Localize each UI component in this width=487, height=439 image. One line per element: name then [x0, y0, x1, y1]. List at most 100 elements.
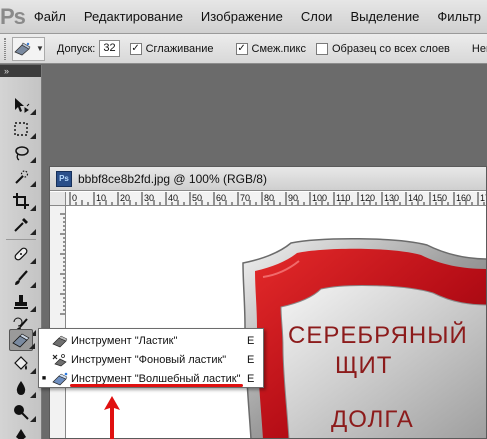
paint-bucket-tool[interactable] [9, 353, 36, 375]
ruler-label: 50 [192, 193, 202, 203]
dodge-tool[interactable] [9, 401, 36, 423]
blur-tool[interactable] [9, 377, 36, 399]
sample-all-checkbox[interactable] [315, 42, 328, 55]
lasso-icon [15, 146, 29, 161]
ruler-label: 120 [360, 193, 375, 203]
pen-icon [16, 429, 26, 439]
more-tools-indicator [30, 392, 36, 398]
divider [6, 239, 36, 240]
tool-preset-picker[interactable]: ▼ [12, 36, 45, 61]
vertical-ruler[interactable] [50, 192, 66, 438]
flyout-item-background-eraser[interactable]: Инструмент "Фоновый ластик" E [39, 350, 263, 369]
horizontal-ruler-ticks: 0 10 20 30 40 50 60 70 80 90 100 110 120 130 140 150 160… [69, 192, 486, 205]
stamp-icon [14, 295, 28, 309]
eraser-icon [12, 333, 30, 348]
selected-bullet-icon: ■ [41, 375, 47, 382]
crop-icon [13, 193, 29, 209]
ruler-label: 70 [240, 193, 250, 203]
marquee-tool[interactable] [9, 118, 36, 140]
rect-marquee-icon [14, 122, 28, 136]
antialias-option[interactable]: ✓ Сглаживание [129, 42, 214, 55]
ruler-label: 20 [120, 193, 130, 203]
more-tools-indicator [30, 157, 36, 163]
more-tools-indicator [29, 343, 35, 349]
more-tools-indicator [30, 416, 36, 422]
menu-bar: Ps Файл Редактирование Изображение Слои … [0, 0, 487, 34]
more-tools-indicator [30, 258, 36, 264]
collapse-icon[interactable]: » [4, 66, 9, 76]
image-canvas[interactable]: СЕРЕБРЯНЫЙ ЩИТ ДОЛГА [67, 207, 486, 438]
ruler-label: 30 [144, 193, 154, 203]
dodge-icon [14, 405, 29, 420]
tolerance-label: Допуск: [56, 42, 96, 55]
sample-all-label: Образец со всех слоев [331, 42, 450, 55]
eraser-icon [49, 333, 71, 349]
ruler-label: 80 [264, 193, 274, 203]
antialias-checkbox[interactable]: ✓ [129, 42, 142, 55]
eraser-tool[interactable] [9, 329, 35, 351]
flyout-item-label: Инструмент "Фоновый ластик" [71, 353, 227, 366]
contiguous-checkbox[interactable]: ✓ [235, 42, 248, 55]
flyout-item-eraser[interactable]: Инструмент "Ластик" E [39, 331, 263, 350]
sample-all-option[interactable]: Образец со всех слоев [315, 42, 450, 55]
more-tools-indicator [30, 181, 36, 187]
vertical-ruler-ticks [60, 213, 65, 315]
eyedropper-tool[interactable] [9, 214, 36, 236]
clone-stamp-tool[interactable] [9, 291, 36, 313]
antialias-label: Сглаживание [145, 42, 214, 55]
ruler-label: 150 [432, 193, 447, 203]
more-tools-indicator [30, 368, 36, 374]
brush-tool[interactable] [9, 267, 36, 289]
opacity-label: Непр [471, 42, 487, 55]
app-logo: Ps [0, 3, 26, 29]
ruler-label: 90 [288, 193, 298, 203]
more-tools-indicator [30, 205, 36, 211]
menu-layer[interactable]: Слои [292, 9, 342, 24]
tools-panel: » [0, 65, 42, 439]
more-tools-indicator [30, 306, 36, 312]
tolerance-input[interactable]: 32 [99, 40, 120, 57]
chevron-down-icon: ▼ [36, 44, 44, 53]
contiguous-label: Смеж.пикс [251, 42, 306, 55]
shortcut-key: E [247, 353, 255, 366]
more-tools-indicator [30, 109, 36, 115]
pen-tool[interactable] [9, 425, 33, 439]
tools-panel-header[interactable]: » [0, 65, 41, 77]
ruler-label: 0 [72, 193, 77, 203]
ruler-label: 60 [216, 193, 226, 203]
shield-text-line-1: СЕРЕБРЯНЫЙ [288, 322, 468, 349]
eyedropper-icon [14, 218, 28, 232]
brush-icon [15, 270, 28, 285]
flyout-item-label: Инструмент "Ластик" [71, 334, 178, 347]
more-tools-indicator [30, 282, 36, 288]
ruler-label: 100 [312, 193, 327, 203]
horizontal-ruler[interactable]: 0 10 20 30 40 50 60 70 80 90 100 110 120 130 140 150 160… [66, 192, 486, 206]
healing-brush-tool[interactable] [9, 243, 36, 265]
ruler-label: 160 [456, 193, 471, 203]
crop-tool[interactable] [9, 190, 36, 212]
menu-select[interactable]: Выделение [341, 9, 428, 24]
menu-file[interactable]: Файл [25, 9, 75, 24]
contiguous-option[interactable]: ✓ Смеж.пикс [235, 42, 306, 55]
shortcut-key: E [247, 334, 255, 347]
menu-image[interactable]: Изображение [192, 9, 292, 24]
ruler-origin[interactable] [50, 192, 66, 206]
options-grip[interactable] [4, 37, 6, 60]
quick-select-tool[interactable] [9, 166, 36, 188]
lasso-tool[interactable] [9, 142, 36, 164]
menu-edit[interactable]: Редактирование [75, 9, 192, 24]
ruler-label: 40 [168, 193, 178, 203]
shortcut-key: E [247, 372, 255, 385]
move-tool[interactable] [9, 94, 36, 116]
ruler-label: 140 [408, 193, 423, 203]
ruler-label: 110 [336, 193, 350, 203]
document-tab[interactable]: Ps bbbf8ce8b2fd.jpg @ 100% (RGB/8) [50, 167, 486, 191]
drop-icon [16, 381, 26, 395]
document-title: bbbf8ce8b2fd.jpg @ 100% (RGB/8) [78, 171, 267, 186]
menu-filter[interactable]: Фильтр [428, 9, 487, 24]
magic-eraser-icon [49, 371, 71, 387]
photoshop-window: Ps Файл Редактирование Изображение Слои … [0, 0, 487, 439]
annotation-arrow-icon [104, 396, 120, 439]
flyout-item-label: Инструмент "Волшебный ластик" [71, 372, 241, 385]
quick-select-icon [15, 170, 29, 184]
